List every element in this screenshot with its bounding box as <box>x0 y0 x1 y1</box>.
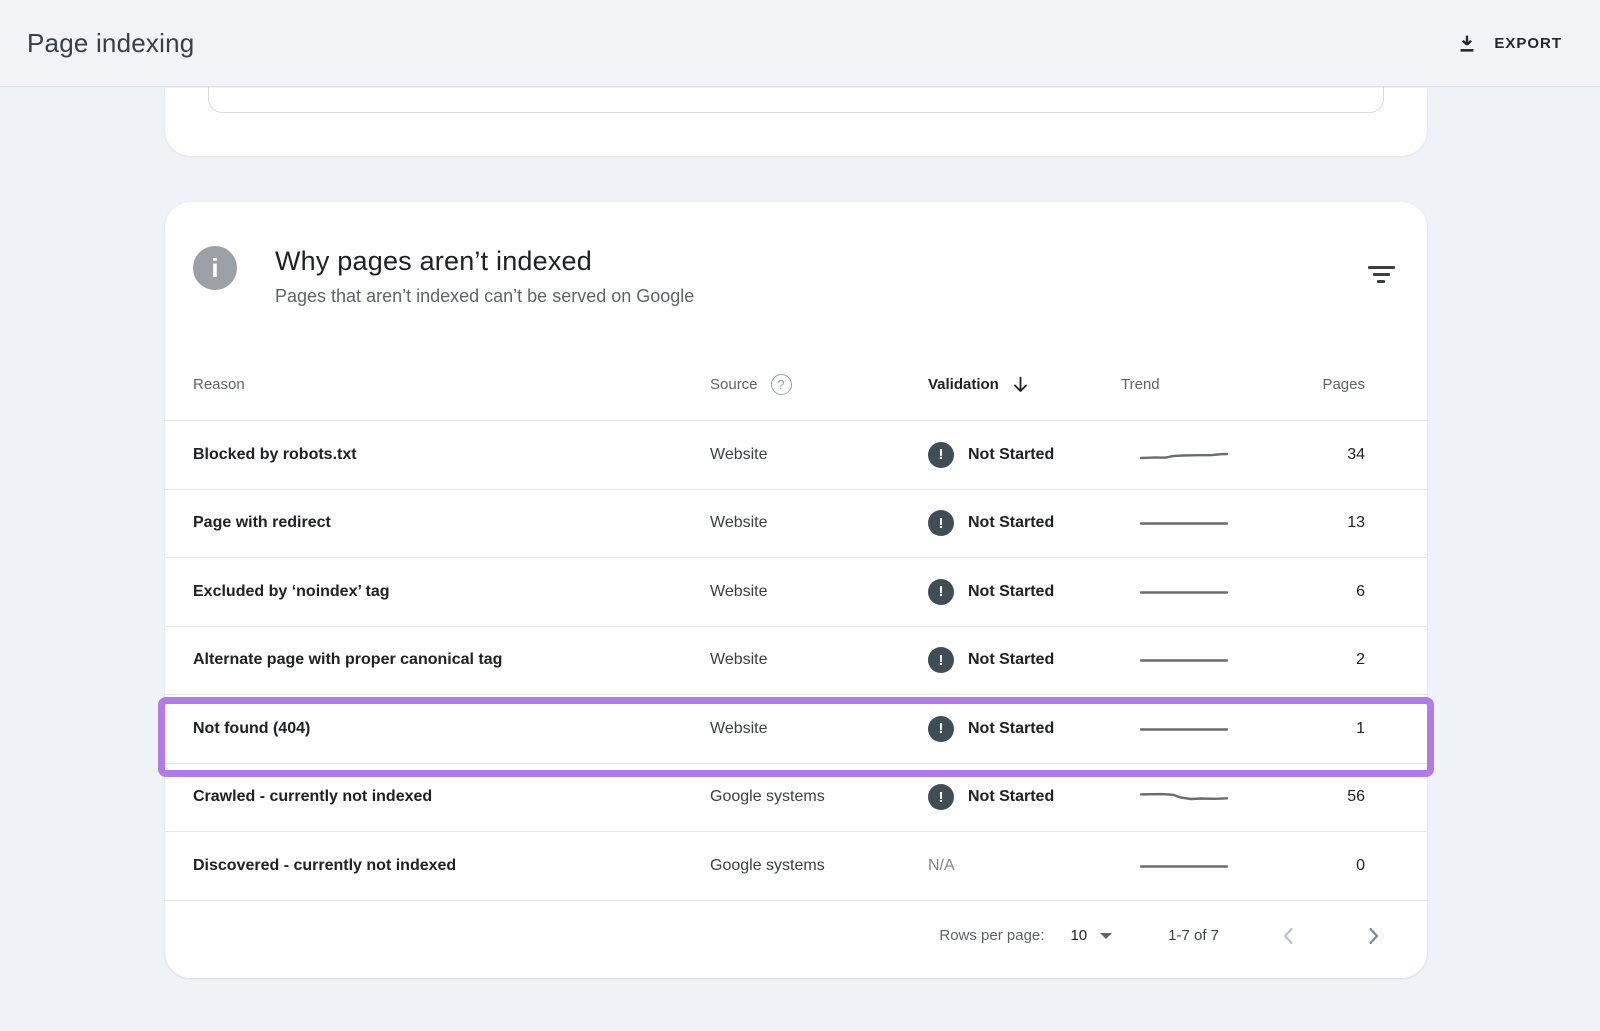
table-row[interactable]: Excluded by ‘noindex’ tag Website ! Not … <box>165 558 1427 627</box>
exclamation-circle-icon: ! <box>928 784 954 810</box>
source-cell: Website <box>710 514 928 532</box>
trend-sparkline <box>1139 859 1229 873</box>
validation-cell: N/A <box>928 857 1121 875</box>
rows-per-page-select[interactable]: 10 <box>1070 927 1112 944</box>
validation-status-text: Not Started <box>968 651 1054 669</box>
pages-cell: 13 <box>1281 514 1365 532</box>
trend-cell <box>1121 585 1281 599</box>
source-cell: Website <box>710 720 928 738</box>
validation-cell: ! Not Started <box>928 784 1121 810</box>
exclamation-circle-icon: ! <box>928 647 954 673</box>
trend-cell <box>1121 722 1281 736</box>
download-icon <box>1456 32 1478 54</box>
help-circle-icon[interactable]: ? <box>771 374 792 395</box>
trend-cell <box>1121 790 1281 804</box>
source-cell: Website <box>710 583 928 601</box>
source-cell: Google systems <box>710 788 928 806</box>
pages-cell: 56 <box>1281 788 1365 806</box>
card-header: i Why pages aren’t indexed Pages that ar… <box>165 202 1427 307</box>
column-header-pages: Pages <box>1281 376 1365 393</box>
pages-cell: 6 <box>1281 583 1365 601</box>
next-page-button[interactable] <box>1357 919 1391 953</box>
table-row[interactable]: Alternate page with proper canonical tag… <box>165 627 1427 696</box>
table-pagination: Rows per page: 10 1-7 of 7 <box>165 901 1427 971</box>
source-cell: Website <box>710 651 928 669</box>
trend-cell <box>1121 859 1281 873</box>
table-row[interactable]: Not found (404) Website ! Not Started 1 <box>165 695 1427 764</box>
validation-status-text: Not Started <box>968 583 1054 601</box>
validation-status-text: N/A <box>928 857 955 875</box>
table-row[interactable]: Blocked by robots.txt Website ! Not Star… <box>165 421 1427 490</box>
trend-sparkline <box>1139 722 1229 736</box>
validation-cell: ! Not Started <box>928 510 1121 536</box>
column-header-trend: Trend <box>1121 376 1281 393</box>
previous-page-button[interactable] <box>1271 919 1305 953</box>
exclamation-circle-icon: ! <box>928 442 954 468</box>
trend-sparkline <box>1139 448 1229 462</box>
column-header-source[interactable]: Source ? <box>710 374 928 395</box>
validation-cell: ! Not Started <box>928 716 1121 742</box>
validation-status-text: Not Started <box>968 720 1054 738</box>
trend-cell <box>1121 653 1281 667</box>
chart-frame-remnant <box>208 87 1384 113</box>
exclamation-circle-icon: ! <box>928 579 954 605</box>
scrolled-chart-card-remnant <box>165 88 1427 156</box>
filter-button[interactable] <box>1357 252 1405 296</box>
reason-cell: Alternate page with proper canonical tag <box>193 651 710 669</box>
card-subtitle: Pages that aren’t indexed can’t be serve… <box>275 286 694 307</box>
validation-cell: ! Not Started <box>928 442 1121 468</box>
reason-cell: Not found (404) <box>193 720 710 738</box>
filter-list-icon <box>1368 266 1395 269</box>
export-label: EXPORT <box>1494 35 1562 52</box>
trend-sparkline <box>1139 516 1229 530</box>
table-row[interactable]: Crawled - currently not indexed Google s… <box>165 764 1427 833</box>
why-pages-arent-indexed-card: i Why pages aren’t indexed Pages that ar… <box>165 202 1427 978</box>
source-cell: Website <box>710 446 928 464</box>
trend-cell <box>1121 448 1281 462</box>
reason-cell: Page with redirect <box>193 514 710 532</box>
reason-cell: Blocked by robots.txt <box>193 446 710 464</box>
exclamation-circle-icon: ! <box>928 510 954 536</box>
export-button[interactable]: EXPORT <box>1450 24 1568 62</box>
column-header-reason[interactable]: Reason <box>193 376 710 393</box>
table-header-row: Reason Source ? Validation Trend Pages <box>165 349 1427 421</box>
rows-per-page-value: 10 <box>1070 927 1087 944</box>
pages-cell: 2 <box>1281 651 1365 669</box>
trend-sparkline <box>1139 653 1229 667</box>
pages-cell: 1 <box>1281 720 1365 738</box>
validation-status-text: Not Started <box>968 446 1054 464</box>
chevron-right-icon <box>1367 926 1381 946</box>
table-row[interactable]: Page with redirect Website ! Not Started… <box>165 490 1427 559</box>
trend-sparkline <box>1139 790 1229 804</box>
pagination-range: 1-7 of 7 <box>1168 927 1219 944</box>
reason-cell: Crawled - currently not indexed <box>193 788 710 806</box>
trend-cell <box>1121 516 1281 530</box>
pages-cell: 34 <box>1281 446 1365 464</box>
validation-status-text: Not Started <box>968 788 1054 806</box>
table-row[interactable]: Discovered - currently not indexed Googl… <box>165 832 1427 901</box>
exclamation-circle-icon: ! <box>928 716 954 742</box>
page-title: Page indexing <box>27 28 194 59</box>
dropdown-arrow-icon <box>1100 933 1112 939</box>
validation-cell: ! Not Started <box>928 647 1121 673</box>
reason-cell: Excluded by ‘noindex’ tag <box>193 583 710 601</box>
validation-cell: ! Not Started <box>928 579 1121 605</box>
chevron-left-icon <box>1281 926 1295 946</box>
table-body: Blocked by robots.txt Website ! Not Star… <box>165 421 1427 901</box>
arrow-down-icon <box>1012 376 1029 394</box>
top-app-bar: Page indexing EXPORT <box>0 0 1600 87</box>
column-header-validation[interactable]: Validation <box>928 376 1121 394</box>
card-title: Why pages aren’t indexed <box>275 246 694 277</box>
rows-per-page-label: Rows per page: <box>939 927 1044 944</box>
validation-status-text: Not Started <box>968 514 1054 532</box>
pages-cell: 0 <box>1281 857 1365 875</box>
source-cell: Google systems <box>710 857 928 875</box>
reason-cell: Discovered - currently not indexed <box>193 857 710 875</box>
info-icon: i <box>193 246 237 290</box>
trend-sparkline <box>1139 585 1229 599</box>
